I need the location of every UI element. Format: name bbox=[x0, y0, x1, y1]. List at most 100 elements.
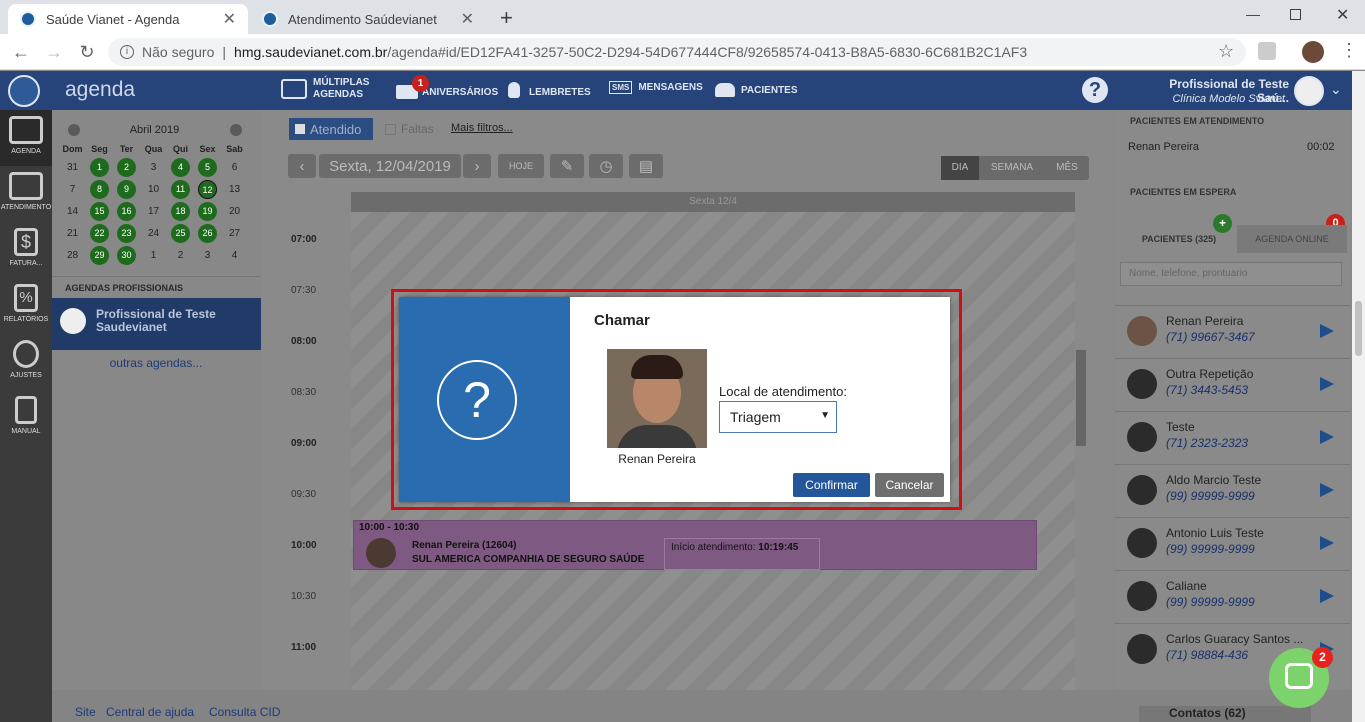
agenda-scrollbar-thumb[interactable] bbox=[1076, 350, 1086, 446]
calendar-day[interactable]: 30 bbox=[113, 244, 140, 266]
patient-search-input[interactable]: Nome, telefone, prontuario bbox=[1120, 262, 1342, 286]
printer-icon[interactable]: ▤ bbox=[629, 154, 663, 178]
forward-arrow-icon[interactable]: → bbox=[43, 42, 65, 63]
patient-list-item[interactable]: Antonio Luis Teste (99) 99999-9999 bbox=[1115, 517, 1350, 570]
appointment-block[interactable]: 10:00 - 10:30 Renan Pereira (12604) SUL … bbox=[353, 520, 1037, 570]
calendar-day[interactable]: 4 bbox=[221, 244, 248, 266]
page-scrollbar-thumb[interactable] bbox=[1355, 301, 1362, 356]
browser-tab-agenda[interactable]: Saúde Vianet - Agenda ✕ bbox=[8, 4, 248, 34]
tab-patients[interactable]: PACIENTES (325) bbox=[1123, 225, 1235, 253]
calendar-day[interactable]: 23 bbox=[113, 222, 140, 244]
calendar-day[interactable]: 19 bbox=[194, 200, 221, 222]
calendar-day[interactable]: 11 bbox=[167, 178, 194, 200]
today-button[interactable]: HOJE bbox=[498, 154, 544, 178]
sidebar-item-manual[interactable]: MANUAL bbox=[0, 390, 52, 446]
professional-agenda-item[interactable]: Profissional de Teste Saudevianet bbox=[52, 298, 274, 350]
nav-patients[interactable]: PACIENTES bbox=[715, 83, 798, 97]
sidebar-item-relatorios[interactable]: % RELATÓRIOS bbox=[0, 278, 52, 334]
location-select[interactable]: Triagem ▼ bbox=[719, 401, 837, 433]
extension-icon[interactable] bbox=[1258, 42, 1276, 60]
calendar-day[interactable]: 27 bbox=[221, 222, 248, 244]
cancel-button[interactable]: Cancelar bbox=[875, 473, 944, 497]
calendar-day[interactable]: 31 bbox=[59, 156, 86, 178]
calendar-day[interactable]: 7 bbox=[59, 178, 86, 200]
footer-link-help[interactable]: Central de ajuda bbox=[106, 705, 194, 719]
sidebar-item-fatura[interactable]: $ FATURA... bbox=[0, 222, 52, 278]
calendar-day[interactable]: 4 bbox=[167, 156, 194, 178]
calendar-day[interactable]: 5 bbox=[194, 156, 221, 178]
send-message-icon[interactable] bbox=[1320, 324, 1334, 338]
view-week-button[interactable]: SEMANA bbox=[979, 156, 1045, 180]
sidebar-item-ajustes[interactable]: AJUSTES bbox=[0, 334, 52, 390]
calendar-day[interactable]: 26 bbox=[194, 222, 221, 244]
calendar-day[interactable]: 8 bbox=[86, 178, 113, 200]
view-day-button[interactable]: DIA bbox=[941, 156, 979, 180]
address-bar[interactable]: i Não seguro | hmg.saudevianet.com.br/ag… bbox=[108, 38, 1246, 66]
send-message-icon[interactable] bbox=[1320, 430, 1334, 444]
more-filters-link[interactable]: Mais filtros... bbox=[451, 122, 513, 134]
prev-month-icon[interactable] bbox=[68, 124, 80, 136]
calendar-day[interactable]: 1 bbox=[140, 244, 167, 266]
browser-menu-icon[interactable]: ⋮ bbox=[1340, 40, 1358, 61]
chevron-down-icon[interactable]: ⌄ bbox=[1330, 81, 1342, 98]
next-day-button[interactable]: › bbox=[463, 154, 491, 178]
page-scrollbar[interactable] bbox=[1352, 71, 1365, 722]
browser-tab-atendimento[interactable]: Atendimento Saúdevianet ✕ bbox=[250, 4, 486, 34]
new-tab-button[interactable]: + bbox=[500, 5, 513, 31]
send-message-icon[interactable] bbox=[1320, 377, 1334, 391]
in-service-patient[interactable]: Renan Pereira bbox=[1128, 141, 1199, 153]
back-arrow-icon[interactable]: ← bbox=[10, 42, 32, 63]
footer-link-site[interactable]: Site bbox=[75, 705, 96, 719]
patient-list-item[interactable]: Teste (71) 2323-2323 bbox=[1115, 411, 1350, 464]
calendar-day[interactable]: 2 bbox=[113, 156, 140, 178]
sidebar-item-agenda[interactable]: AGENDA bbox=[0, 110, 52, 166]
minimize-window-icon[interactable]: — bbox=[1246, 6, 1260, 22]
info-icon[interactable]: i bbox=[120, 45, 134, 59]
calendar-day[interactable]: 15 bbox=[86, 200, 113, 222]
calendar-day[interactable]: 22 bbox=[86, 222, 113, 244]
calendar-day[interactable]: 21 bbox=[59, 222, 86, 244]
help-icon[interactable]: ? bbox=[1082, 77, 1108, 103]
patient-list-item[interactable]: Caliane (99) 99999-9999 bbox=[1115, 570, 1350, 623]
send-message-icon[interactable] bbox=[1320, 589, 1334, 603]
nav-messages[interactable]: SMS MENSAGENS bbox=[609, 81, 703, 94]
nav-reminders[interactable]: LEMBRETES bbox=[508, 81, 591, 98]
wrench-icon[interactable]: ✎ bbox=[550, 154, 584, 178]
calendar-day[interactable]: 3 bbox=[140, 156, 167, 178]
calendar-day[interactable]: 3 bbox=[194, 244, 221, 266]
profile-avatar[interactable] bbox=[1302, 41, 1324, 63]
current-date[interactable]: Sexta, 12/04/2019 bbox=[319, 154, 461, 178]
calendar-day[interactable]: 24 bbox=[140, 222, 167, 244]
calendar-day[interactable]: 14 bbox=[59, 200, 86, 222]
prev-day-button[interactable]: ‹ bbox=[288, 154, 316, 178]
calendar-day[interactable]: 28 bbox=[59, 244, 86, 266]
calendar-day[interactable]: 16 bbox=[113, 200, 140, 222]
tab-online-agenda[interactable]: AGENDA ONLINE bbox=[1237, 225, 1347, 253]
patient-list-item[interactable]: Aldo Marcio Teste (99) 99999-9999 bbox=[1115, 464, 1350, 517]
confirm-button[interactable]: Confirmar bbox=[793, 473, 870, 497]
calendar-day[interactable]: 1 bbox=[86, 156, 113, 178]
calendar-day[interactable]: 10 bbox=[140, 178, 167, 200]
filter-attended-checkbox[interactable]: Atendido bbox=[289, 118, 373, 140]
next-month-icon[interactable] bbox=[230, 124, 242, 136]
footer-link-cid[interactable]: Consulta CID bbox=[209, 705, 280, 719]
user-avatar[interactable] bbox=[1294, 76, 1324, 106]
calendar-day[interactable]: 17 bbox=[140, 200, 167, 222]
calendar-day[interactable]: 20 bbox=[221, 200, 248, 222]
restore-window-icon[interactable] bbox=[1290, 9, 1301, 20]
calendar-day[interactable]: 18 bbox=[167, 200, 194, 222]
send-message-icon[interactable] bbox=[1320, 536, 1334, 550]
calendar-day[interactable]: 2 bbox=[167, 244, 194, 266]
nav-multiple-agendas[interactable]: MÚLTIPLAS AGENDAS bbox=[281, 77, 373, 101]
close-tab-icon[interactable]: ✕ bbox=[461, 9, 474, 29]
patient-list-item[interactable]: Renan Pereira (71) 99667-3467 bbox=[1115, 305, 1350, 358]
calendar-day[interactable]: 9 bbox=[113, 178, 140, 200]
sidebar-item-atendimento[interactable]: ATENDIMENTO bbox=[0, 166, 52, 222]
contacts-button[interactable]: Contatos (62) bbox=[1139, 706, 1311, 722]
filter-missed-checkbox[interactable]: Faltas bbox=[385, 122, 434, 136]
bookmark-star-icon[interactable]: ☆ bbox=[1218, 41, 1234, 62]
other-agendas-link[interactable]: outras agendas... bbox=[52, 356, 260, 370]
calendar-day[interactable]: 29 bbox=[86, 244, 113, 266]
calendar-day[interactable]: 13 bbox=[221, 178, 248, 200]
view-month-button[interactable]: MÊS bbox=[1045, 156, 1089, 180]
